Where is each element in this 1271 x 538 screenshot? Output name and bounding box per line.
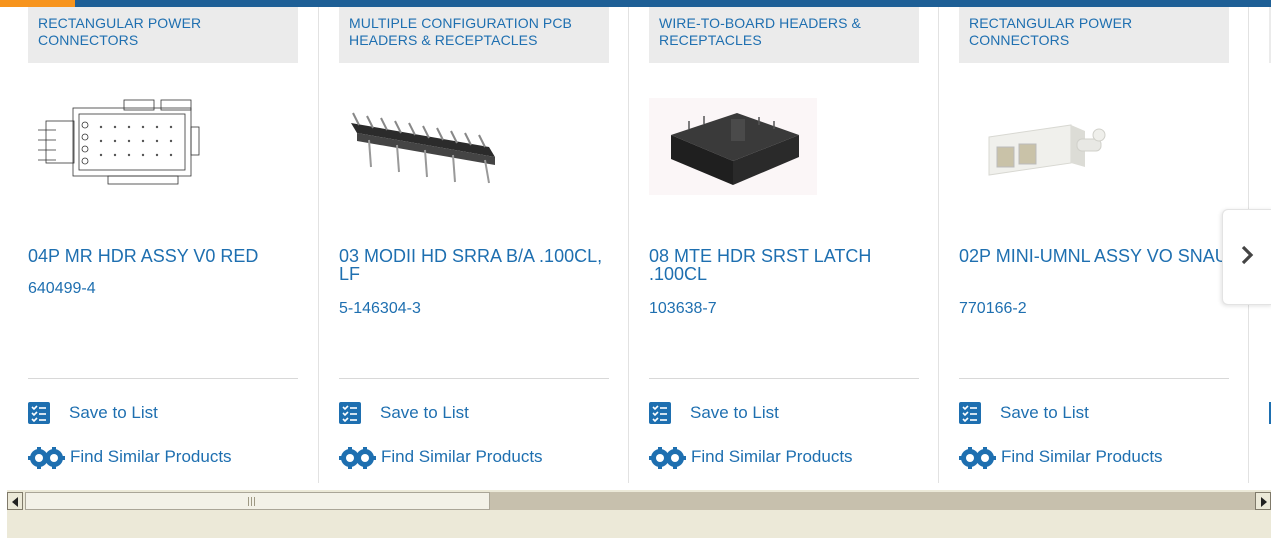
gears-icon: [959, 446, 999, 472]
product-card: RECTANGULAR POWER CONNECTORS 04P MR HDR …: [28, 7, 298, 483]
window-bottom-area: [7, 512, 1271, 538]
category-link[interactable]: MULTIPLE CONFIGURATION PCB HEADERS & REC…: [349, 15, 604, 49]
triangle-right-icon: [1261, 497, 1267, 507]
product-image[interactable]: [339, 95, 609, 200]
save-to-list-label: Save to List: [690, 403, 779, 422]
triangle-left-icon: [12, 497, 18, 507]
category-box[interactable]: RECTANGULAR POWER CONNECTORS: [28, 7, 298, 63]
rectangular-power-connector-drawing: [38, 99, 200, 185]
scroll-right-button[interactable]: [1255, 492, 1271, 510]
product-carousel: RECTANGULAR POWER CONNECTORS 04P MR HDR …: [0, 7, 1271, 483]
product-title-link[interactable]: 02P MINI-UMNL ASSY VO SNAU: [959, 247, 1229, 265]
part-number-link[interactable]: 770166-2: [959, 300, 1027, 318]
scroll-left-button[interactable]: [7, 492, 23, 510]
part-number-link[interactable]: 5-146304-3: [339, 300, 421, 318]
product-title-link[interactable]: 03 MODII HD SRRA B/A .100CL, LF: [339, 247, 609, 283]
find-similar-products-label: Find Similar Products: [691, 447, 853, 466]
checklist-icon: [339, 402, 361, 424]
chevron-right-icon: [1241, 245, 1254, 265]
scrollbar-grip: [248, 497, 257, 506]
category-box[interactable]: MULTIPLE CONFIGURATION PCB HEADERS & REC…: [339, 7, 609, 63]
top-bar: [0, 0, 1271, 7]
gears-icon: [339, 446, 379, 472]
category-box[interactable]: RECTANGULAR POWER CONNECTORS: [959, 7, 1229, 63]
product-card: WIRE-TO-BOARD HEADERS & RECEPTACLES 08 M…: [649, 7, 919, 483]
card-divider: [649, 378, 919, 379]
pin-header-photo: [351, 112, 495, 184]
part-number-link[interactable]: 640499-4: [28, 280, 96, 298]
category-link[interactable]: WIRE-TO-BOARD HEADERS & RECEPTACLES: [659, 15, 914, 49]
part-number-link[interactable]: 103638-7: [649, 300, 717, 318]
product-image[interactable]: [28, 95, 298, 200]
latch-header-photo: [649, 98, 817, 195]
find-similar-products-label: Find Similar Products: [381, 447, 543, 466]
product-title-link[interactable]: 04P MR HDR ASSY V0 RED: [28, 247, 298, 265]
find-similar-products-button[interactable]: Find Similar Products: [959, 446, 1229, 472]
find-similar-products-label: Find Similar Products: [1001, 447, 1163, 466]
card-separator: [938, 7, 939, 483]
save-to-list-button[interactable]: Save to List: [339, 402, 609, 426]
checklist-icon: [28, 402, 50, 424]
save-to-list-button[interactable]: Save to List: [959, 402, 1229, 426]
card-divider: [339, 378, 609, 379]
find-similar-products-button[interactable]: Find Similar Products: [28, 446, 298, 472]
checklist-icon: [649, 402, 671, 424]
find-similar-products-button[interactable]: Find Similar Products: [339, 446, 609, 472]
save-to-list-button[interactable]: Save to List: [649, 402, 919, 426]
find-similar-products-label: Find Similar Products: [70, 447, 232, 466]
save-to-list-label: Save to List: [1000, 403, 1089, 422]
checklist-icon: [959, 402, 981, 424]
card-separator: [628, 7, 629, 483]
save-to-list-button[interactable]: Save to List: [28, 402, 298, 426]
card-separator: [318, 7, 319, 483]
scrollbar-thumb[interactable]: [25, 492, 490, 510]
card-divider: [959, 378, 1229, 379]
product-card: RECTANGULAR POWER CONNECTORS 02P MINI-UM…: [959, 7, 1229, 483]
category-link[interactable]: RECTANGULAR POWER CONNECTORS: [969, 15, 1224, 49]
gears-icon: [649, 446, 689, 472]
find-similar-products-button[interactable]: Find Similar Products: [649, 446, 919, 472]
product-title-link[interactable]: 08 MTE HDR SRST LATCH .100CL: [649, 247, 919, 283]
product-image[interactable]: [959, 95, 1229, 200]
horizontal-scrollbar[interactable]: [7, 490, 1271, 512]
card-divider: [28, 378, 298, 379]
product-image[interactable]: [649, 95, 919, 200]
category-box[interactable]: WIRE-TO-BOARD HEADERS & RECEPTACLES: [649, 7, 919, 63]
save-to-list-label: Save to List: [69, 403, 158, 422]
category-link[interactable]: RECTANGULAR POWER CONNECTORS: [38, 15, 293, 49]
top-bar-accent: [0, 0, 75, 7]
carousel-next-button[interactable]: [1222, 209, 1271, 305]
save-to-list-label: Save to List: [380, 403, 469, 422]
mini-umnl-connector-photo: [988, 124, 1106, 176]
gears-icon: [28, 446, 68, 472]
product-card: MULTIPLE CONFIGURATION PCB HEADERS & REC…: [339, 7, 609, 483]
